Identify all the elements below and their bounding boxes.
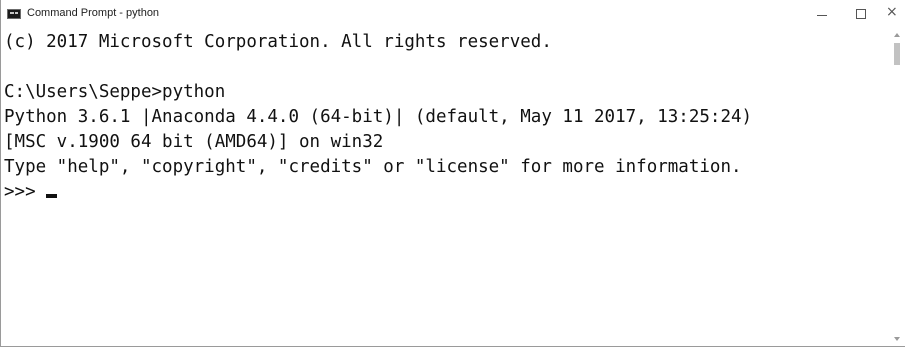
close-icon: ×: [886, 4, 898, 20]
console-output[interactable]: (c) 2017 Microsoft Corporation. All righ…: [4, 30, 880, 344]
vertical-scrollbar[interactable]: [889, 30, 905, 346]
minimize-icon: [817, 15, 827, 16]
prompt-line[interactable]: >>>: [4, 180, 880, 205]
scroll-thumb[interactable]: [894, 43, 900, 65]
scroll-down-arrow-icon[interactable]: [894, 337, 900, 341]
console-line: (c) 2017 Microsoft Corporation. All righ…: [4, 32, 552, 52]
console-app-icon[interactable]: [7, 9, 21, 19]
minimize-button[interactable]: [802, 0, 842, 30]
window-title: Command Prompt - python: [27, 7, 160, 19]
python-prompt: >>>: [4, 182, 36, 202]
console-line: C:\Users\Seppe>python: [4, 82, 226, 102]
command-prompt-window: Command Prompt - python × (c) 2017 Micro…: [0, 0, 905, 347]
title-bar[interactable]: Command Prompt - python ×: [1, 0, 905, 30]
text-cursor: [45, 194, 57, 198]
maximize-button[interactable]: [842, 0, 882, 30]
scroll-up-arrow-icon[interactable]: [894, 33, 900, 37]
console-line: [MSC v.1900 64 bit (AMD64)] on win32: [4, 132, 384, 152]
console-line: Python 3.6.1 |Anaconda 4.4.0 (64-bit)| (…: [4, 107, 753, 127]
console-line: Type "help", "copyright", "credits" or "…: [4, 157, 742, 177]
maximize-icon: [856, 9, 866, 19]
close-button[interactable]: ×: [877, 0, 905, 30]
